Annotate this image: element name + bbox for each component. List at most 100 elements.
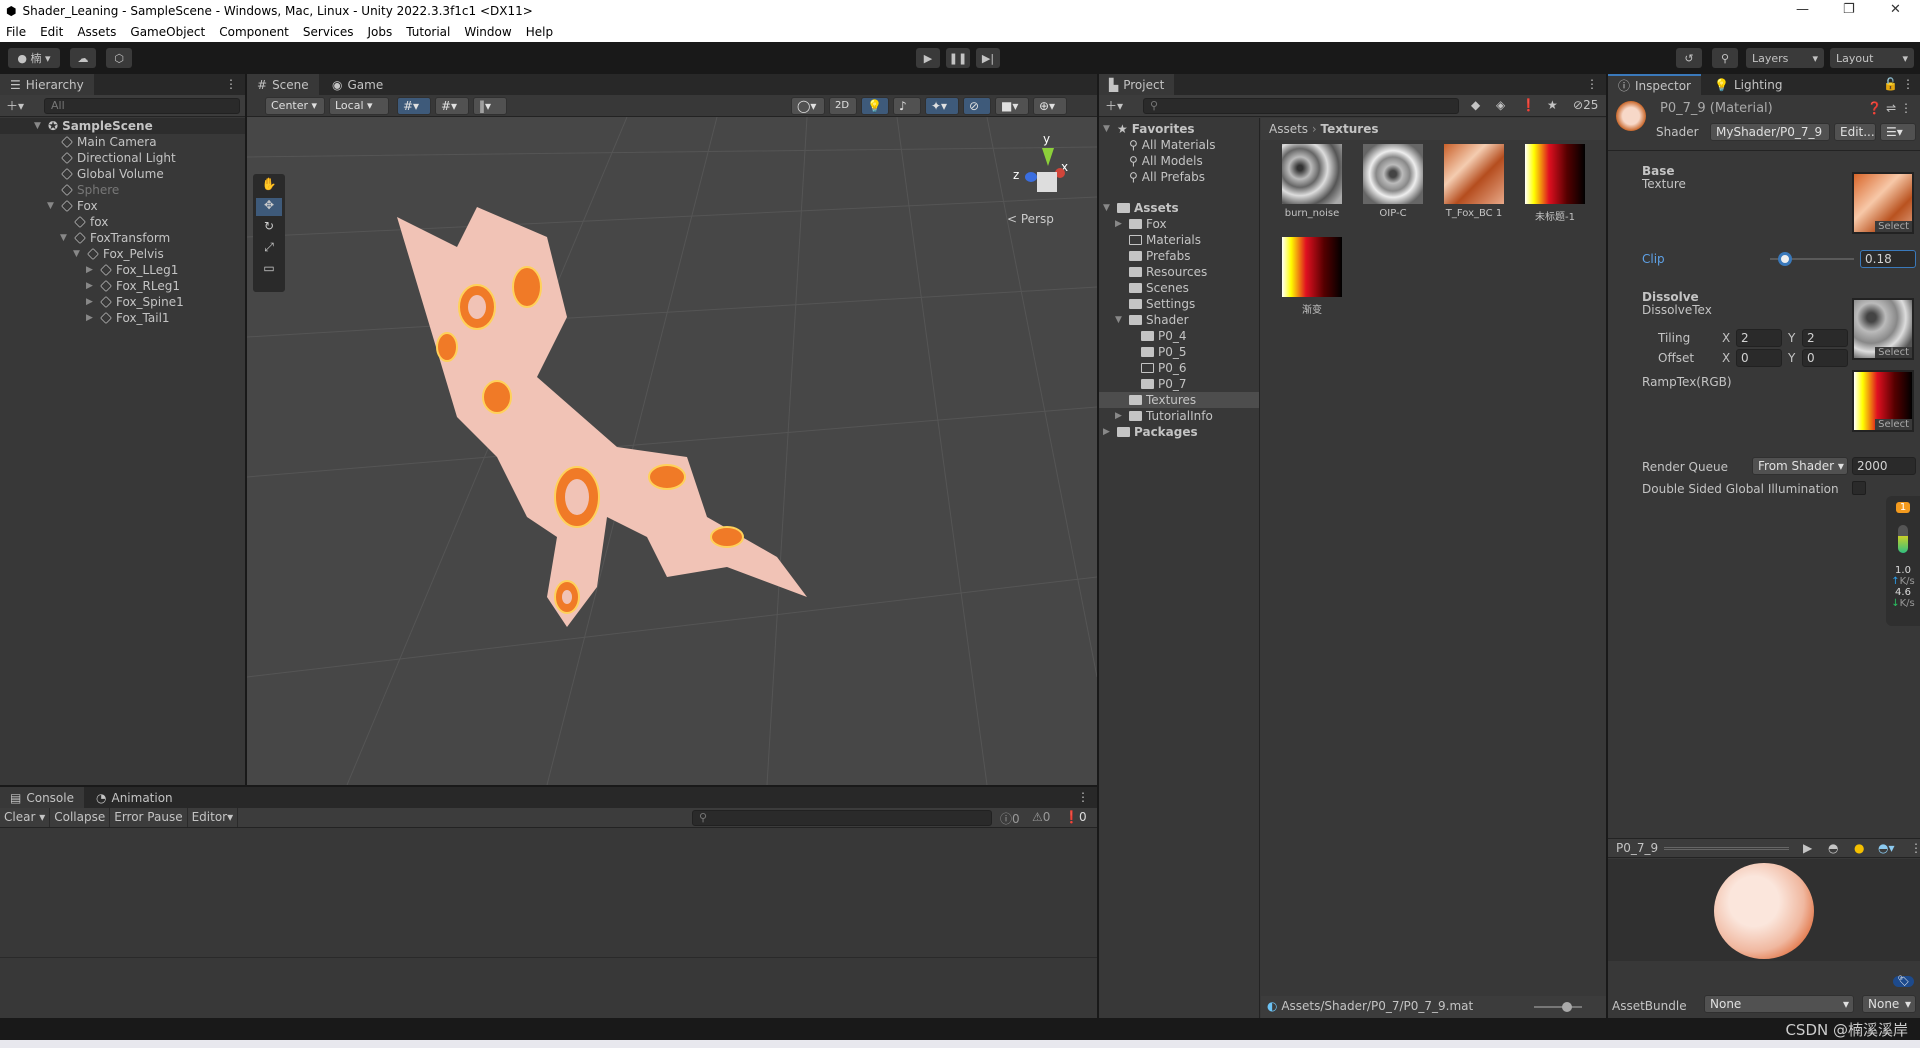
asset-item[interactable]: 渐变 bbox=[1279, 237, 1345, 316]
y-axis-cone[interactable] bbox=[1042, 148, 1054, 166]
lock-icon[interactable]: 🔓 bbox=[1883, 77, 1898, 91]
expand-arrow-icon[interactable]: ▶ bbox=[86, 262, 96, 278]
step-button[interactable]: ▶| bbox=[976, 48, 1000, 68]
hidden-objects-icon[interactable]: ⊘ bbox=[963, 97, 991, 115]
base-texture-slot[interactable]: Select bbox=[1852, 172, 1914, 234]
clip-value-field[interactable]: 0.18 bbox=[1860, 250, 1916, 268]
draw-mode-icon[interactable]: ◯▾ bbox=[791, 97, 825, 115]
hierarchy-item[interactable]: Main Camera bbox=[47, 134, 157, 150]
hierarchy-item[interactable]: ▼ Fox_Pelvis bbox=[73, 246, 164, 262]
tab-animation[interactable]: ◔ Animation bbox=[86, 787, 183, 808]
asset-item[interactable]: 未标题-1 bbox=[1522, 144, 1588, 223]
hierarchy-item[interactable]: Sphere bbox=[47, 182, 119, 198]
increment-snap-icon[interactable]: #▾ bbox=[435, 97, 469, 115]
hierarchy-item[interactable]: fox bbox=[60, 214, 108, 230]
create-button[interactable]: ＋▾ bbox=[1105, 97, 1123, 114]
lighting-toggle-icon[interactable]: 💡 bbox=[861, 97, 889, 115]
panel-menu-icon[interactable]: ⋮ bbox=[1077, 790, 1089, 804]
expand-arrow-icon[interactable]: ▶ bbox=[1115, 408, 1125, 424]
project-folder[interactable]: ▶ Fox bbox=[1099, 216, 1259, 232]
orientation-gizmo[interactable]: y x z < Persp bbox=[1007, 132, 1087, 232]
project-search-input[interactable]: ⚲ bbox=[1143, 98, 1459, 114]
tab-hierarchy[interactable]: ☰ Hierarchy bbox=[0, 74, 94, 95]
select-button[interactable]: Select bbox=[1875, 419, 1912, 430]
gizmo-center-cube[interactable] bbox=[1037, 172, 1057, 192]
rect-tool-icon[interactable]: ▭ bbox=[256, 261, 282, 279]
hierarchy-item[interactable]: ▶ Fox_LLeg1 bbox=[86, 262, 178, 278]
preview-drag-handle[interactable] bbox=[1664, 847, 1789, 850]
project-folder[interactable]: Materials bbox=[1099, 232, 1259, 248]
history-icon[interactable]: ↺ bbox=[1676, 48, 1702, 68]
hand-tool-icon[interactable]: ✋ bbox=[256, 177, 282, 195]
collapse-button[interactable]: Collapse bbox=[50, 808, 111, 827]
menu-assets[interactable]: Assets bbox=[77, 25, 116, 39]
label-tag-icon[interactable]: 🏷 bbox=[1893, 976, 1914, 987]
panel-menu-icon[interactable]: ⋮ bbox=[1902, 77, 1914, 91]
render-queue-field[interactable]: 2000 bbox=[1852, 457, 1916, 475]
projection-toggle[interactable]: < Persp bbox=[1007, 212, 1054, 226]
expand-arrow-icon[interactable]: ▼ bbox=[60, 230, 70, 246]
expand-arrow-icon[interactable]: ▼ bbox=[1115, 312, 1125, 328]
background-dropdown-icon[interactable]: ◓▾ bbox=[1878, 841, 1895, 855]
project-folder[interactable]: Settings bbox=[1099, 296, 1259, 312]
panel-menu-icon[interactable]: ⋮ bbox=[1586, 77, 1598, 91]
tiling-y-field[interactable]: 2 bbox=[1802, 329, 1848, 347]
project-folder[interactable]: P0_6 bbox=[1099, 360, 1259, 376]
expand-arrow-icon[interactable]: ▶ bbox=[86, 310, 96, 326]
hierarchy-item[interactable]: ▼ FoxTransform bbox=[60, 230, 170, 246]
light-toggle-icon[interactable]: ● bbox=[1854, 841, 1864, 855]
menu-gameobject[interactable]: GameObject bbox=[130, 25, 205, 39]
menu-jobs[interactable]: Jobs bbox=[368, 25, 393, 39]
space-dropdown[interactable]: Local ▾ bbox=[329, 97, 389, 115]
align-icon[interactable]: ‖▾ bbox=[473, 97, 507, 115]
project-folder[interactable]: Scenes bbox=[1099, 280, 1259, 296]
dissolve-texture-slot[interactable]: Select bbox=[1852, 298, 1914, 360]
error-toggle[interactable]: ❗0 bbox=[1064, 810, 1087, 824]
shader-options-dropdown[interactable]: ☰▾ bbox=[1880, 123, 1916, 141]
select-button[interactable]: Select bbox=[1875, 347, 1912, 358]
fox-model[interactable] bbox=[397, 207, 807, 627]
clip-slider[interactable] bbox=[1770, 252, 1854, 266]
asset-item[interactable]: T_Fox_BC 1 bbox=[1441, 144, 1507, 219]
clip-slider-knob[interactable] bbox=[1778, 252, 1793, 266]
grid-snap-icon[interactable]: #▾ bbox=[397, 97, 431, 115]
ramp-texture-slot[interactable]: Select bbox=[1852, 370, 1914, 432]
audio-toggle-icon[interactable]: ♪ bbox=[893, 97, 921, 115]
minimize-button[interactable]: — bbox=[1796, 2, 1809, 17]
tab-inspector[interactable]: ⓘ Inspector bbox=[1608, 74, 1701, 95]
project-folder[interactable]: Prefabs bbox=[1099, 248, 1259, 264]
edit-shader-button[interactable]: Edit... bbox=[1834, 123, 1876, 141]
effects-icon[interactable]: ✦▾ bbox=[925, 97, 959, 115]
hierarchy-item[interactable]: ▶ Fox_Spine1 bbox=[86, 294, 184, 310]
favorite-item[interactable]: ⚲ All Prefabs bbox=[1129, 169, 1205, 185]
filter-label-icon[interactable]: ◈ bbox=[1496, 98, 1505, 112]
menu-help[interactable]: Help bbox=[526, 25, 553, 39]
project-folder[interactable]: Textures bbox=[1099, 392, 1259, 408]
expand-arrow-icon[interactable]: ▶ bbox=[1115, 216, 1125, 232]
select-button[interactable]: Select bbox=[1875, 221, 1912, 232]
menu-edit[interactable]: Edit bbox=[40, 25, 63, 39]
gizmos-icon[interactable]: ⊕▾ bbox=[1033, 97, 1067, 115]
project-folder[interactable]: ▶ TutorialInfo bbox=[1099, 408, 1259, 424]
console-search-input[interactable]: ⚲ bbox=[692, 810, 992, 826]
hierarchy-item[interactable]: ▼ Fox bbox=[47, 198, 98, 214]
search-icon[interactable]: ⚲ bbox=[1712, 48, 1738, 68]
cloud-icon[interactable]: ☁ bbox=[70, 48, 96, 68]
security-badge-icon[interactable]: 1 bbox=[1896, 502, 1910, 513]
move-tool-icon[interactable]: ✥ bbox=[256, 198, 282, 216]
info-toggle[interactable]: ⓘ0 bbox=[1000, 810, 1020, 827]
assetbundle-name-dropdown[interactable]: None ▾ bbox=[1704, 995, 1854, 1013]
tab-scene[interactable]: # Scene bbox=[247, 74, 319, 95]
preview-menu-icon[interactable]: ⋮ bbox=[1910, 841, 1920, 855]
expand-arrow-icon[interactable]: ▶ bbox=[1103, 424, 1113, 440]
favorite-icon[interactable]: ★ bbox=[1547, 98, 1558, 112]
expand-arrow-icon[interactable]: ▶ bbox=[86, 278, 96, 294]
dsgi-checkbox[interactable] bbox=[1852, 481, 1866, 495]
hierarchy-search-input[interactable]: All bbox=[44, 98, 240, 114]
offset-y-field[interactable]: 0 bbox=[1802, 349, 1848, 367]
favorite-item[interactable]: ⚲ All Models bbox=[1129, 153, 1203, 169]
favorite-item[interactable]: ⚲ All Materials bbox=[1129, 137, 1216, 153]
tab-game[interactable]: ◉ Game bbox=[322, 74, 393, 95]
play-preview-icon[interactable]: ▶ bbox=[1803, 841, 1812, 855]
hierarchy-item[interactable]: Directional Light bbox=[47, 150, 176, 166]
